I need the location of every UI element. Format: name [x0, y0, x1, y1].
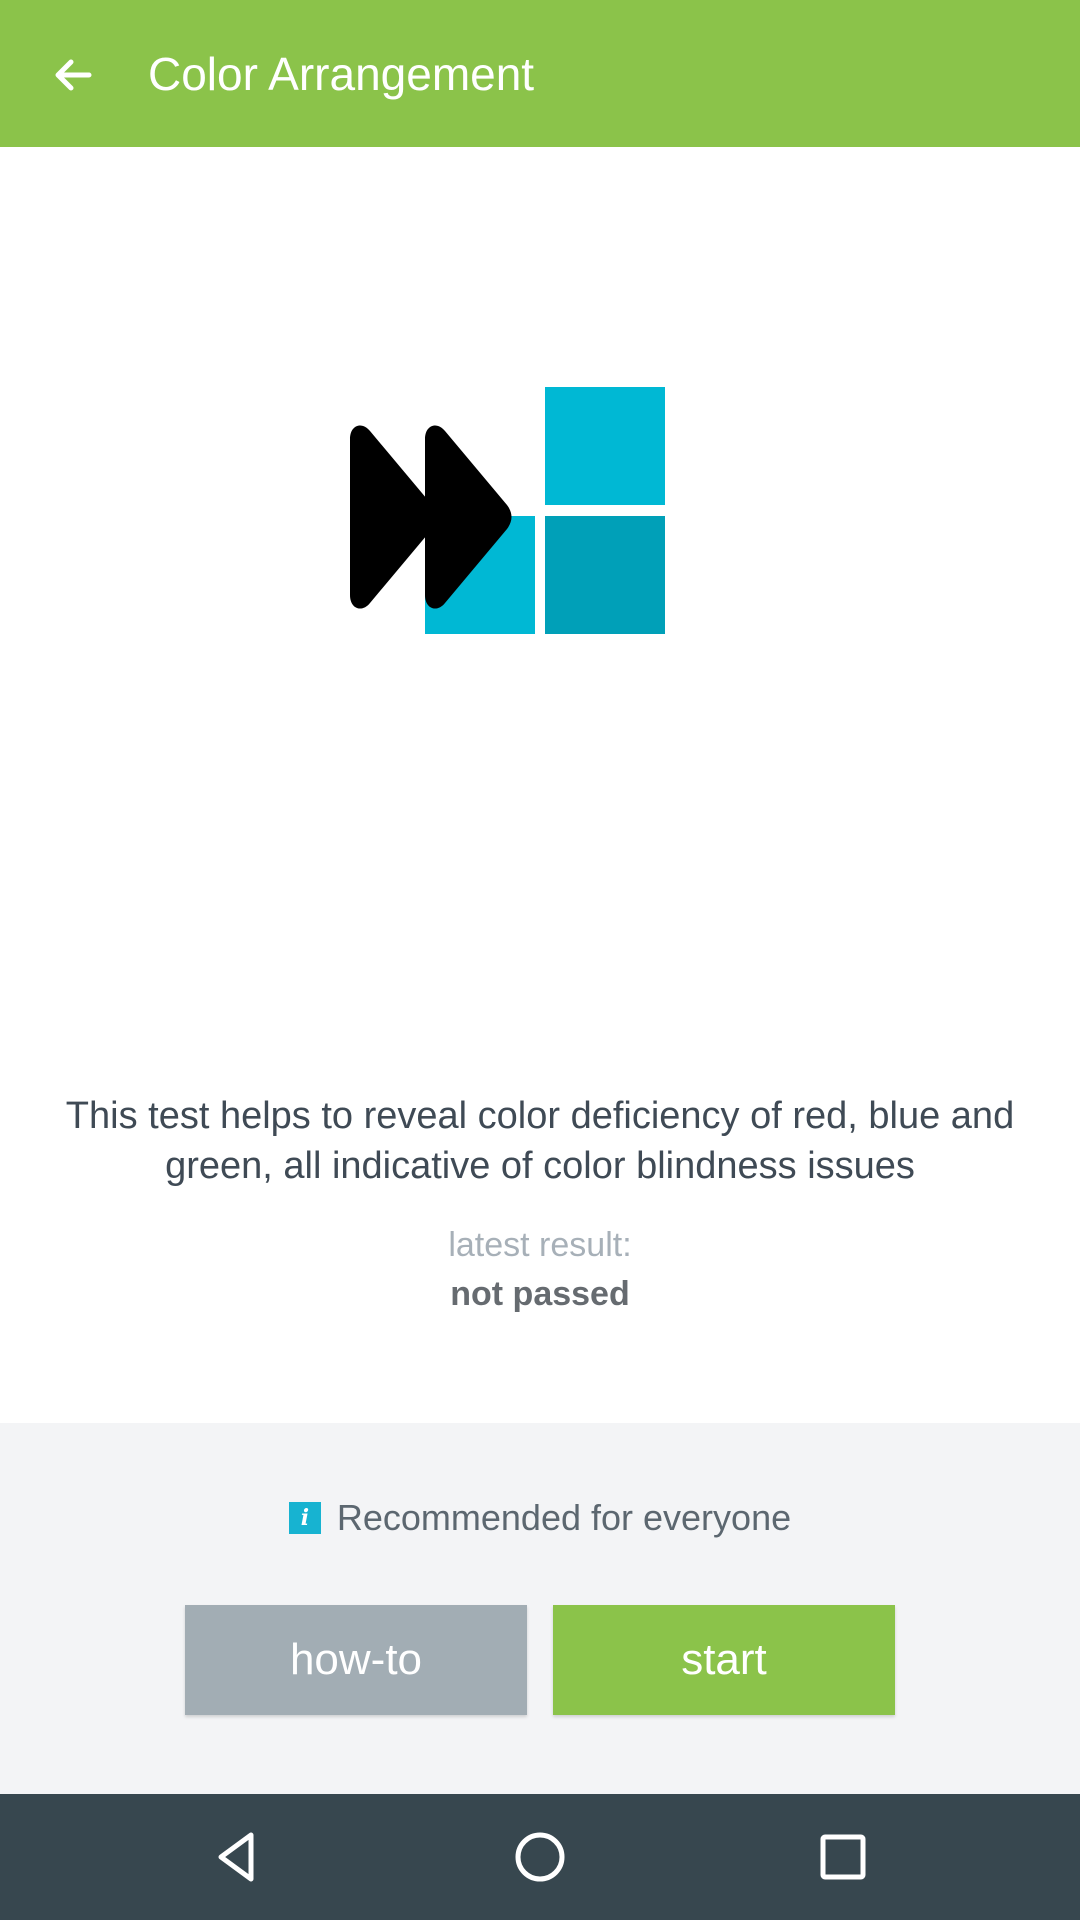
app-bar: Color Arrangement	[0, 0, 1080, 147]
nav-home-icon	[515, 1832, 565, 1882]
nav-recent-apps-button[interactable]	[803, 1817, 883, 1897]
nav-home-button[interactable]	[500, 1817, 580, 1897]
how-to-button[interactable]: how-to	[185, 1605, 527, 1715]
start-button[interactable]: start	[553, 1605, 895, 1715]
action-panel: i Recommended for everyone how-to start	[0, 1423, 1080, 1794]
latest-result-label: latest result:	[448, 1226, 632, 1264]
nav-back-icon	[218, 1832, 254, 1882]
system-navigation-bar	[0, 1794, 1080, 1920]
info-icon: i	[288, 1502, 321, 1534]
nav-back-button[interactable]	[197, 1817, 277, 1897]
fast-forward-color-blocks-icon	[330, 387, 680, 707]
page-title: Color Arrangement	[148, 48, 535, 100]
test-content: This test helps to reveal color deficien…	[0, 147, 1080, 1423]
arrow-left-icon	[55, 59, 92, 91]
latest-result-value: not passed	[450, 1275, 630, 1313]
recommendation-row: i Recommended for everyone	[0, 1496, 1080, 1540]
test-description: This test helps to reveal color deficien…	[65, 1095, 1015, 1187]
back-button[interactable]	[38, 40, 108, 110]
recommendation-text: Recommended for everyone	[336, 1497, 792, 1538]
nav-recent-apps-icon	[820, 1834, 866, 1880]
